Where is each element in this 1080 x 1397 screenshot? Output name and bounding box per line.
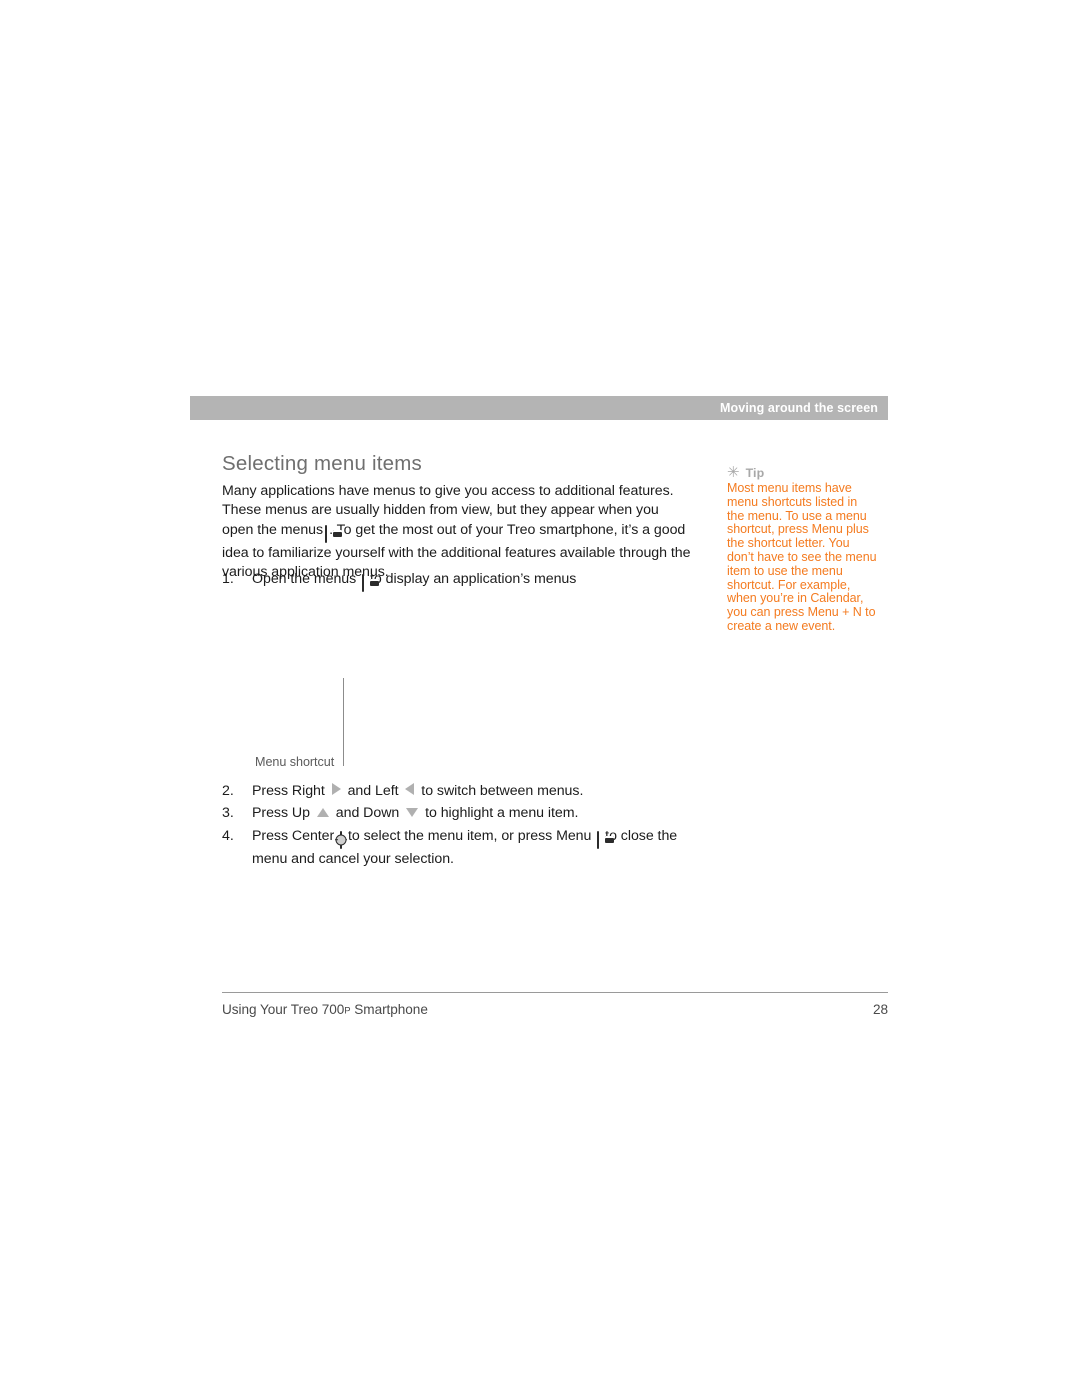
main-content: Selecting menu items Many applications h… (222, 452, 694, 582)
step-text-before: Press Up (252, 805, 310, 822)
steps-list-rest: 2. Press Right and Left to switch betwee… (222, 782, 702, 872)
asterisk-icon: ✳ (727, 464, 740, 481)
step-number: 3. (222, 805, 234, 822)
step-text-before: Press Center (252, 827, 335, 844)
page-footer: Using Your Treo 700P Smartphone 28 (222, 1002, 888, 1017)
step-item: 3. Press Up and Down to highlight a menu… (222, 804, 702, 823)
step-text-mid: to select the menu item, or press Menu (348, 827, 592, 844)
callout-label: Menu shortcut (255, 755, 335, 769)
center-key-icon (335, 830, 348, 850)
tip-body-text: Most menu items have menu shortcuts list… (727, 481, 877, 633)
footer-document-title: Using Your Treo 700P Smartphone (222, 1002, 428, 1017)
step-text-after: to display an application’s menus (370, 571, 577, 587)
steps-list-first: 1. Open the menus to display an applicat… (222, 570, 702, 596)
callout-leader-line (343, 678, 344, 766)
step-item: 1. Open the menus to display an applicat… (222, 570, 702, 593)
up-arrow-icon (316, 808, 329, 818)
down-arrow-icon (406, 808, 419, 818)
menu-key-icon (325, 524, 328, 544)
step-text-after: to highlight a menu item. (425, 805, 579, 822)
tip-sidebar: ✳ Tip Most menu items have menu shortcut… (727, 464, 877, 634)
step-number: 4. (222, 827, 234, 844)
running-header-bar: Moving around the screen (190, 396, 888, 420)
step-text-mid: and Left (347, 783, 399, 799)
page-title: Selecting menu items (222, 452, 422, 475)
menu-key-icon (362, 574, 365, 593)
menu-key-icon (597, 830, 600, 850)
running-header-title: Moving around the screen (720, 401, 878, 415)
tip-label: Tip (745, 466, 765, 480)
step-text-before: Open the menus (252, 571, 357, 587)
step-text-before: Press Right (252, 783, 325, 799)
tip-header: ✳ Tip (727, 464, 877, 481)
intro-paragraph: Many applications have menus to give you… (222, 482, 694, 582)
step-item: 2. Press Right and Left to switch betwee… (222, 782, 702, 801)
step-number: 1. (222, 571, 234, 587)
page-number: 28 (872, 1002, 888, 1017)
step-number: 2. (222, 783, 234, 799)
footer-title-before: Using Your Treo 700 (222, 1002, 345, 1017)
step-text-mid: and Down (335, 805, 400, 822)
left-arrow-icon (405, 783, 415, 795)
footer-divider (222, 992, 888, 993)
right-arrow-icon (331, 783, 341, 795)
footer-title-after: Smartphone (350, 1002, 428, 1017)
step-text-after: to switch between menus. (421, 783, 584, 799)
step-item: 4. Press Center to select the menu item,… (222, 827, 702, 870)
